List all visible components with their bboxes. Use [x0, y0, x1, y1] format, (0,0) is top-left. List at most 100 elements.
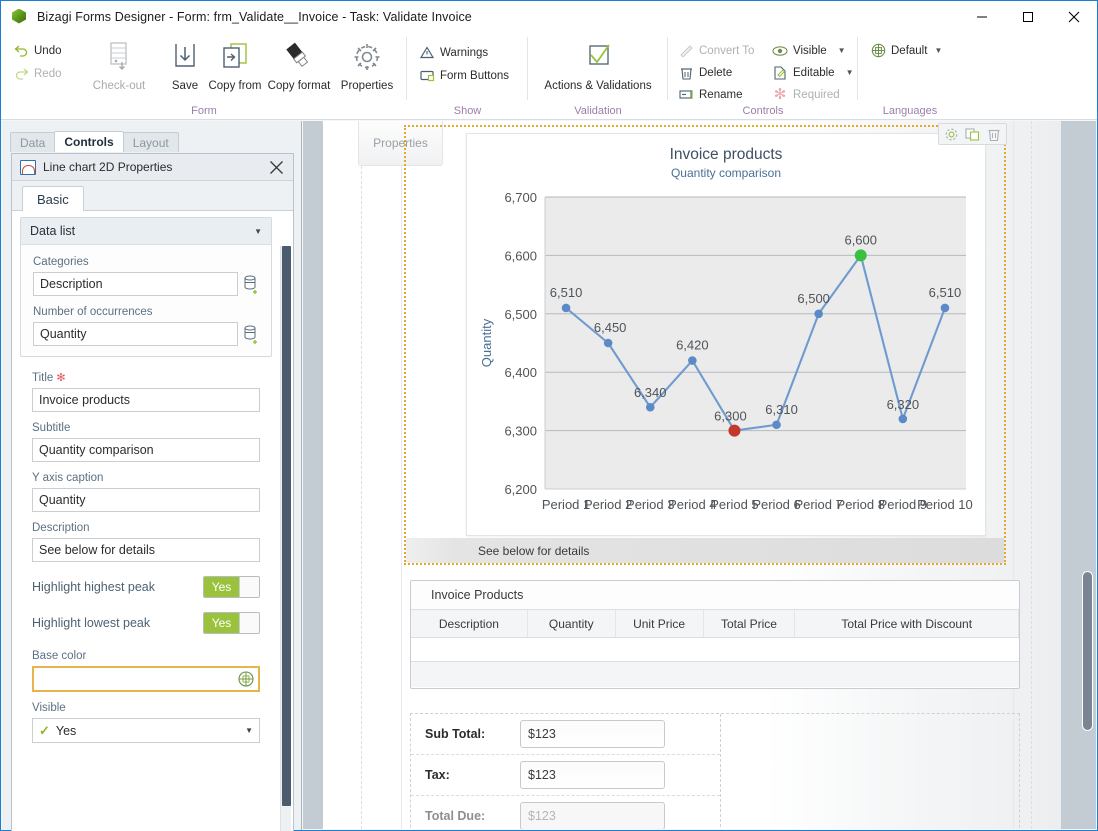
data-point[interactable]: [772, 420, 781, 430]
convert-to-button[interactable]: Convert To: [678, 40, 754, 61]
subtitle-input[interactable]: Quantity comparison: [32, 438, 260, 462]
close-icon[interactable]: [1051, 1, 1097, 32]
data-point[interactable]: [728, 424, 741, 437]
trash-icon[interactable]: [984, 125, 1003, 143]
visible-toggle-button[interactable]: Visible ▼: [772, 40, 846, 61]
total-row: Total Due: $123: [411, 796, 720, 829]
total-row: Tax: $123: [411, 755, 720, 796]
highlight-highest-label: Highlight highest peak: [32, 580, 155, 594]
form-canvas: Properties Invoice products Quantity com…: [303, 121, 1096, 829]
y-axis-tick-label: 6,500: [504, 307, 537, 322]
maximize-icon[interactable]: [1005, 1, 1051, 32]
default-language-button[interactable]: Default ▼: [870, 40, 942, 61]
properties-tabstrip: Basic: [12, 181, 293, 212]
copy-from-label: Copy from: [208, 80, 262, 92]
highlight-highest-toggle[interactable]: Yes: [203, 576, 260, 598]
grid-column-header[interactable]: Total Price: [704, 610, 796, 637]
data-point[interactable]: [603, 338, 613, 348]
total-row: Sub Total: $123: [411, 714, 720, 755]
chevron-down-icon[interactable]: ▼: [245, 726, 253, 735]
occurrences-input[interactable]: Quantity: [33, 322, 238, 346]
data-label: 6,310: [765, 402, 798, 417]
rename-label: Rename: [699, 88, 743, 101]
delete-button[interactable]: Delete: [678, 62, 732, 83]
highlight-lowest-toggle[interactable]: Yes: [203, 612, 260, 634]
properties-header: Line chart 2D Properties: [12, 154, 293, 181]
data-point[interactable]: [561, 303, 571, 313]
data-point[interactable]: [688, 356, 697, 365]
trash-icon: [678, 65, 694, 81]
minimize-icon[interactable]: [959, 1, 1005, 32]
data-point[interactable]: [645, 402, 655, 412]
title-field-label: Title ✻: [32, 371, 260, 384]
properties-scroll-area: Data list ▼ Categories Description Numbe…: [12, 211, 293, 831]
ribbon-group-form: Undo Redo Check-out Save Copy from Copy …: [1, 32, 407, 120]
grid-column-header[interactable]: Description: [411, 610, 528, 637]
data-list-section-header[interactable]: Data list ▼: [21, 218, 271, 245]
tab-layout[interactable]: Layout: [122, 132, 179, 152]
categories-input[interactable]: Description: [33, 272, 238, 296]
total-input[interactable]: $123: [520, 761, 665, 789]
data-label: 6,300: [714, 409, 747, 424]
data-point[interactable]: [854, 249, 867, 262]
copy-from-button[interactable]: Copy from: [199, 36, 271, 93]
undo-button[interactable]: Undo: [13, 40, 62, 61]
add-data-source-icon[interactable]: [244, 275, 259, 294]
copy-icon[interactable]: [963, 125, 982, 143]
check-out-button[interactable]: Check-out: [83, 36, 155, 93]
yaxis-caption-input[interactable]: Quantity: [32, 488, 260, 512]
canvas-scrollbar[interactable]: [1079, 121, 1096, 829]
data-point[interactable]: [898, 414, 908, 424]
ribbon-group-languages-label: Languages: [882, 105, 938, 117]
canvas-scrollbar-thumb[interactable]: [1082, 571, 1093, 731]
required-button[interactable]: ✻ Required: [772, 84, 840, 105]
tab-controls[interactable]: Controls: [54, 131, 124, 152]
rename-button[interactable]: Rename: [678, 84, 742, 105]
properties-scrollbar-thumb[interactable]: [282, 246, 291, 806]
gear-icon[interactable]: [942, 125, 961, 143]
categories-label: Categories: [33, 256, 89, 268]
chevron-down-icon[interactable]: ▼: [254, 227, 262, 236]
close-icon[interactable]: [267, 158, 286, 177]
chevron-down-icon[interactable]: ▼: [934, 46, 942, 55]
copy-format-label: Copy format: [267, 80, 331, 92]
ribbon-toolbar: Undo Redo Check-out Save Copy from Copy …: [1, 32, 1097, 120]
chevron-down-icon[interactable]: ▼: [846, 68, 854, 77]
chevron-down-icon[interactable]: ▼: [838, 46, 846, 55]
redo-button[interactable]: Redo: [13, 63, 62, 84]
form-buttons-button[interactable]: Form Buttons: [419, 65, 509, 86]
chart-subtitle: Quantity comparison: [670, 166, 782, 180]
ribbon-group-form-label: Form: [191, 105, 217, 117]
tab-data[interactable]: Data: [10, 132, 56, 152]
visible-select[interactable]: ✓ Yes ▼: [32, 718, 260, 743]
data-point[interactable]: [940, 303, 950, 313]
grid-column-header[interactable]: Unit Price: [616, 610, 704, 637]
grid-column-header[interactable]: Total Price with Discount: [795, 610, 1019, 637]
copy-format-button[interactable]: Copy format: [263, 36, 335, 93]
grid-empty-row[interactable]: [411, 638, 1019, 662]
properties-button[interactable]: Properties: [331, 36, 403, 93]
total-input[interactable]: $123: [520, 720, 665, 748]
title-input[interactable]: Invoice products: [32, 388, 260, 412]
tab-basic[interactable]: Basic: [22, 186, 84, 212]
total-label: Tax:: [425, 768, 450, 782]
left-panel-tabstrip: Data Controls Layout: [10, 131, 179, 152]
editable-toggle-button[interactable]: Editable ▼: [772, 62, 853, 83]
invoice-products-grid: Invoice Products Description Quantity Unit…: [410, 580, 1020, 689]
color-picker-icon[interactable]: [238, 671, 254, 687]
description-input[interactable]: See below for details: [32, 538, 260, 562]
grid-column-header[interactable]: Quantity: [528, 610, 616, 637]
actions-validations-button[interactable]: Actions & Validations: [542, 36, 654, 93]
data-point[interactable]: [814, 309, 823, 319]
asterisk-icon: ✻: [773, 86, 787, 103]
base-color-input[interactable]: [32, 666, 260, 692]
chart-plot: 6,200 6,300 6,400 6,500 6,600 6,700 Quantity 6,…: [467, 182, 987, 532]
add-data-source-icon[interactable]: [244, 325, 259, 344]
warnings-button[interactable]: Warnings: [419, 42, 488, 63]
line-chart-widget[interactable]: Invoice products Quantity comparison 6,2…: [404, 123, 1007, 565]
total-label: Total Due:: [425, 809, 486, 823]
properties-scrollbar[interactable]: [280, 246, 291, 831]
gear-icon: [331, 36, 403, 80]
form-buttons-label: Form Buttons: [440, 69, 510, 82]
checkmark-box-icon: [542, 36, 654, 80]
